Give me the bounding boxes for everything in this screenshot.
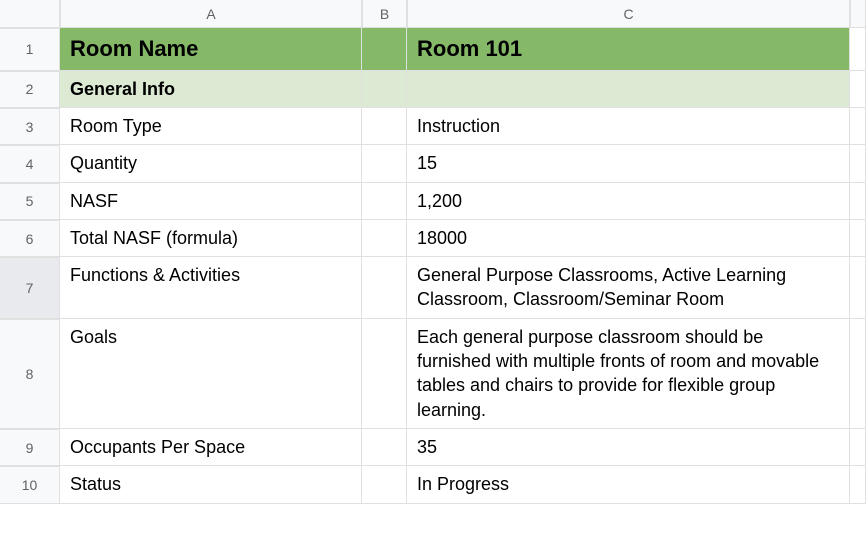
- row-header-6[interactable]: 6: [0, 220, 60, 257]
- cell-a7[interactable]: Functions & Activities: [60, 257, 362, 319]
- cell-c9[interactable]: 35: [407, 429, 850, 466]
- cell-a4[interactable]: Quantity: [60, 145, 362, 182]
- row-header-1[interactable]: 1: [0, 28, 60, 71]
- cell-c6[interactable]: 18000: [407, 220, 850, 257]
- cell-a8[interactable]: Goals: [60, 319, 362, 429]
- corner-cell[interactable]: [0, 0, 60, 28]
- row-header-4[interactable]: 4: [0, 145, 60, 182]
- row-header-2[interactable]: 2: [0, 71, 60, 108]
- cell-b8[interactable]: [362, 319, 407, 429]
- cell-a6[interactable]: Total NASF (formula): [60, 220, 362, 257]
- cell-c1[interactable]: Room 101: [407, 28, 850, 71]
- cell-b3[interactable]: [362, 108, 407, 145]
- cell-a10[interactable]: Status: [60, 466, 362, 503]
- cell-overflow-1: [850, 28, 866, 71]
- cell-a9[interactable]: Occupants Per Space: [60, 429, 362, 466]
- cell-overflow-5: [850, 183, 866, 220]
- cell-b4[interactable]: [362, 145, 407, 182]
- col-header-c[interactable]: C: [407, 0, 850, 28]
- cell-overflow-2: [850, 71, 866, 108]
- cell-overflow-10: [850, 466, 866, 503]
- cell-a1[interactable]: Room Name: [60, 28, 362, 71]
- row-header-5[interactable]: 5: [0, 183, 60, 220]
- cell-b6[interactable]: [362, 220, 407, 257]
- cell-a3[interactable]: Room Type: [60, 108, 362, 145]
- col-header-b[interactable]: B: [362, 0, 407, 28]
- cell-a2[interactable]: General Info: [60, 71, 362, 108]
- cell-c7[interactable]: General Purpose Classrooms, Active Learn…: [407, 257, 850, 319]
- cell-overflow-3: [850, 108, 866, 145]
- cell-overflow-6: [850, 220, 866, 257]
- cell-b1[interactable]: [362, 28, 407, 71]
- cell-overflow-4: [850, 145, 866, 182]
- row-header-9[interactable]: 9: [0, 429, 60, 466]
- cell-overflow-9: [850, 429, 866, 466]
- spreadsheet-grid[interactable]: A B C 1 Room Name Room 101 2 General Inf…: [0, 0, 866, 504]
- col-header-a[interactable]: A: [60, 0, 362, 28]
- row-header-7[interactable]: 7: [0, 257, 60, 319]
- row-header-8[interactable]: 8: [0, 319, 60, 429]
- cell-c3[interactable]: Instruction: [407, 108, 850, 145]
- cell-b7[interactable]: [362, 257, 407, 319]
- col-header-overflow: [850, 0, 866, 28]
- cell-overflow-7: [850, 257, 866, 319]
- cell-b9[interactable]: [362, 429, 407, 466]
- cell-c10[interactable]: In Progress: [407, 466, 850, 503]
- cell-b5[interactable]: [362, 183, 407, 220]
- row-header-3[interactable]: 3: [0, 108, 60, 145]
- cell-c2[interactable]: [407, 71, 850, 108]
- cell-b2[interactable]: [362, 71, 407, 108]
- cell-c4[interactable]: 15: [407, 145, 850, 182]
- cell-a5[interactable]: NASF: [60, 183, 362, 220]
- cell-c8[interactable]: Each general purpose classroom should be…: [407, 319, 850, 429]
- cell-overflow-8: [850, 319, 866, 429]
- cell-b10[interactable]: [362, 466, 407, 503]
- row-header-10[interactable]: 10: [0, 466, 60, 503]
- cell-c5[interactable]: 1,200: [407, 183, 850, 220]
